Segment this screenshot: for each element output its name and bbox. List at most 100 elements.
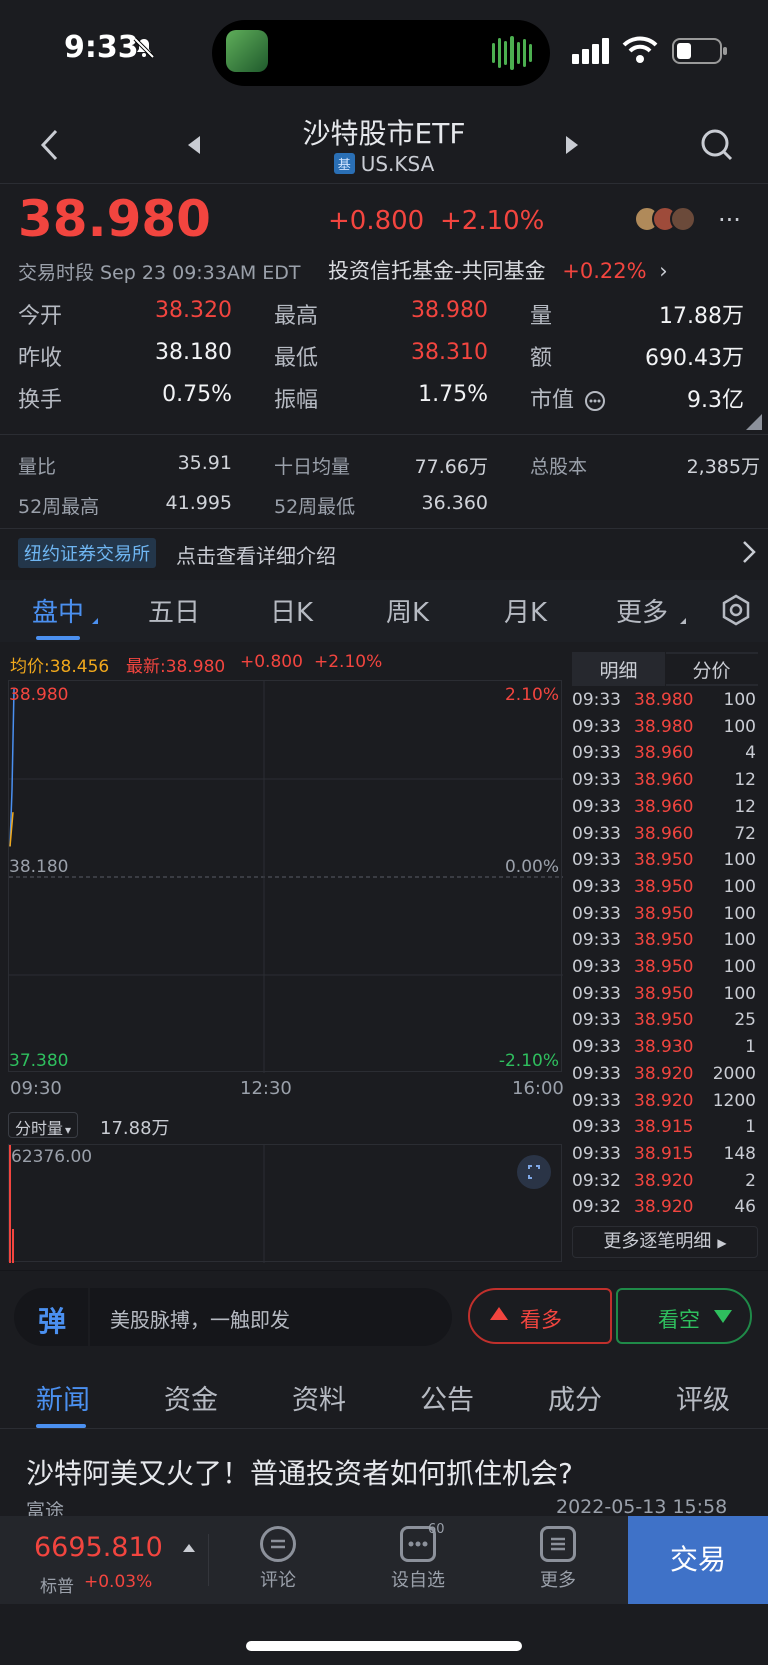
caret-up-icon[interactable] (182, 1538, 196, 1557)
fund-type-link[interactable]: 投资信托基金-共同基金 +0.22% › (328, 255, 668, 285)
more-ticks-label: 更多逐笔明细 (603, 1231, 712, 1252)
tab-five-day[interactable]: 五日 (148, 592, 200, 629)
holder-avatars[interactable] (634, 206, 696, 232)
stat2-label: 总股本 (530, 456, 588, 478)
news-date: 2022-05-13 15:58 (556, 1496, 728, 1518)
wifi-icon (622, 36, 658, 68)
tick-price: 38.950 (634, 983, 694, 1004)
index-value[interactable]: 6695.810 (34, 1532, 163, 1563)
tab-price-dist[interactable]: 分价 (665, 654, 758, 684)
tick-row: 09:33 38.950 100 (572, 848, 764, 874)
tab-news[interactable]: 新闻 (36, 1378, 90, 1417)
sentiment-input[interactable]: 弹 美股脉搏，一触即发 (14, 1288, 452, 1346)
stat2-label: 量比 (18, 456, 57, 478)
tick-volume: 100 (723, 983, 756, 1004)
tick-row: 09:33 38.980 100 (572, 715, 764, 741)
tick-price: 38.920 (634, 1170, 694, 1191)
tab-daily-k[interactable]: 日K (270, 592, 313, 629)
next-stock-button[interactable] (564, 134, 580, 160)
divider (208, 1534, 209, 1586)
stat-label: 最高 (274, 304, 319, 329)
stat-label: 振幅 (274, 388, 319, 413)
home-indicator[interactable] (246, 1641, 522, 1651)
stat-label: 昨收 (18, 346, 63, 371)
info-circle-icon[interactable] (584, 390, 606, 416)
nav-comments[interactable]: 评论 (238, 1526, 318, 1592)
tick-row: 09:33 38.950 100 (572, 902, 764, 928)
chart-settings-icon[interactable] (720, 594, 752, 630)
tick-price: 38.950 (634, 957, 694, 977)
fullscreen-icon[interactable] (517, 1155, 551, 1189)
volume-selector[interactable]: 分时量 ▾ (8, 1112, 79, 1138)
bottom-bar: 6695.810 标普 +0.03% 评论 60 设自选 更多 交易 (0, 1516, 768, 1604)
bearish-label: 看空 (658, 1308, 700, 1332)
nav-more-label: 更多 (540, 1570, 576, 1591)
tick-row: 09:33 38.920 1200 (572, 1089, 764, 1115)
tab-ratings[interactable]: 评级 (676, 1378, 730, 1417)
tick-price: 38.950 (634, 1010, 694, 1031)
arrow-down-icon (712, 1306, 734, 1331)
nav-watchlist[interactable]: 60 设自选 (378, 1522, 458, 1592)
exchange-info-bar[interactable]: 纽约证券交易所 点击查看详细介绍 (0, 530, 768, 576)
bearish-button[interactable]: 看空 (616, 1288, 752, 1344)
bullish-button[interactable]: 看多 (468, 1288, 612, 1344)
tick-volume: 100 (723, 930, 756, 951)
avatar (670, 206, 696, 232)
volume-chart[interactable]: 62376.00 (8, 1144, 562, 1263)
nav-more[interactable]: 更多 (518, 1526, 598, 1592)
stat2-value: 2,385万 (686, 456, 760, 478)
battery-icon (672, 38, 728, 68)
tick-price: 38.980 (634, 716, 694, 737)
trade-button[interactable]: 交易 (628, 1516, 768, 1604)
fund-type-pct: +0.22% (562, 259, 647, 283)
avg-price: 均价:38.456 (10, 657, 110, 677)
tab-funds[interactable]: 资金 (164, 1378, 218, 1417)
stat-value: 17.88万 (659, 304, 744, 329)
tab-more[interactable]: 更多 (616, 592, 668, 629)
tick-price: 38.950 (634, 850, 694, 871)
tick-row: 09:33 38.930 1 (572, 1035, 764, 1061)
tick-volume: 1200 (712, 1090, 756, 1111)
volume-selector-label: 分时量 (15, 1119, 64, 1138)
tick-time: 09:33 (572, 1037, 621, 1058)
tick-price: 38.930 (634, 1037, 694, 1058)
intraday-chart[interactable]: 38.980 38.180 37.380 2.10% 0.00% -2.10% (8, 680, 563, 1073)
pct-mid-label: 0.00% (504, 857, 559, 877)
stat-value: 690.43万 (645, 346, 744, 371)
tick-volume: 2000 (712, 1063, 756, 1084)
tab-dropdown-icon (680, 618, 686, 624)
tab-weekly-k[interactable]: 周K (386, 592, 429, 629)
tick-price: 38.960 (634, 823, 694, 844)
tab-monthly-k[interactable]: 月K (504, 592, 547, 629)
tick-volume: 148 (723, 1143, 756, 1164)
stat-value: 38.980 (411, 298, 488, 323)
tab-constituents[interactable]: 成分 (548, 1378, 602, 1417)
tick-time: 09:33 (572, 796, 621, 817)
tick-time: 09:33 (572, 716, 621, 737)
more-ticks-button[interactable]: 更多逐笔明细 ▶ (572, 1226, 758, 1258)
stat-value: 38.320 (155, 298, 232, 323)
tab-profile[interactable]: 资料 (292, 1378, 346, 1417)
tick-row: 09:33 38.960 12 (572, 768, 764, 794)
tick-time: 09:33 (572, 1143, 621, 1164)
stats-divider (0, 434, 768, 435)
stat-label: 最低 (274, 346, 319, 371)
tick-price: 38.920 (634, 1063, 694, 1084)
news-headline[interactable]: 沙特阿美又火了！普通投资者如何抓住机会? (26, 1452, 573, 1492)
volume-total: 17.88万 (100, 1118, 170, 1139)
tab-ticks[interactable]: 明细 (572, 656, 665, 683)
symbol: US.KSA (360, 152, 435, 176)
header-divider (0, 183, 768, 184)
audio-wave-icon (492, 36, 532, 70)
tick-row: 09:33 38.915 148 (572, 1142, 764, 1168)
tick-price: 38.960 (634, 743, 694, 764)
expand-corner-icon[interactable] (746, 414, 762, 434)
tab-intraday[interactable]: 盘中 (32, 592, 84, 629)
search-icon[interactable] (700, 128, 734, 166)
tab-announcements[interactable]: 公告 (420, 1378, 474, 1417)
tab-dropdown-icon (92, 618, 98, 624)
stat2-value: 77.66万 (414, 456, 488, 478)
more-dots-icon[interactable]: ··· (718, 206, 741, 234)
stat2-label: 52周最高 (18, 496, 100, 518)
bell-muted-icon (132, 36, 156, 60)
